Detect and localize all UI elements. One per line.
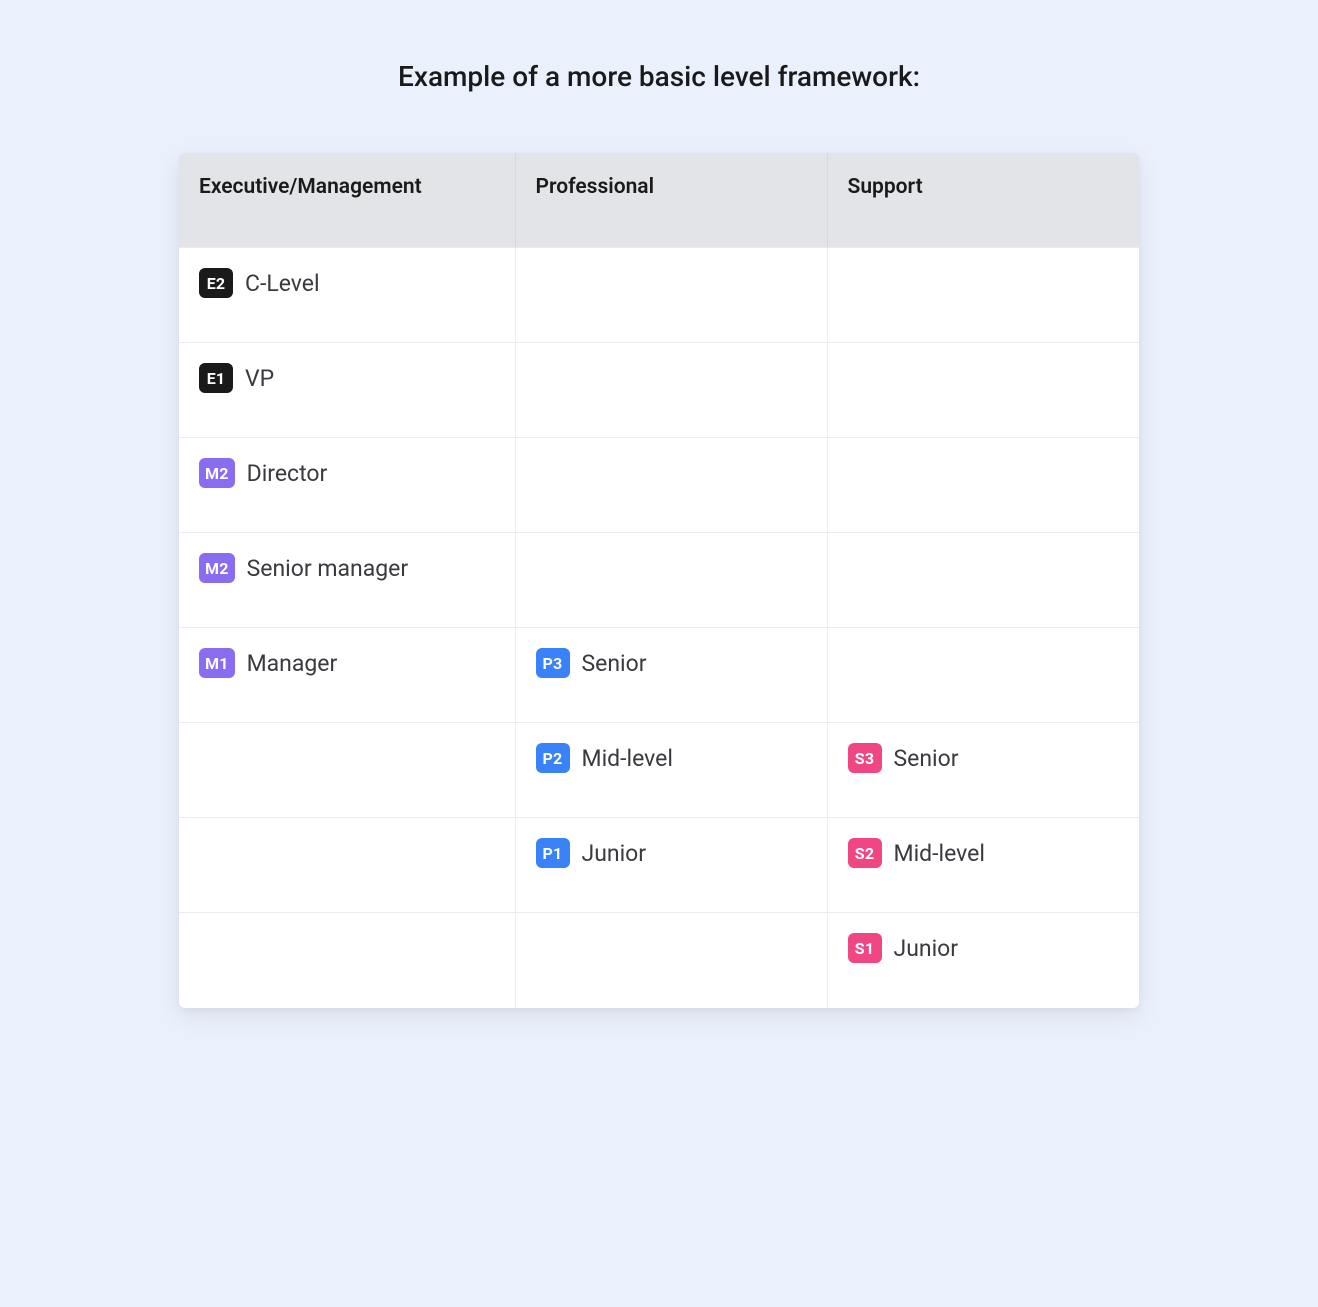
level-badge: M2 [199, 458, 235, 488]
table-cell: P2 Mid-level [515, 723, 827, 818]
table-cell: M1 Manager [179, 628, 515, 723]
column-header-professional: Professional [515, 153, 827, 248]
level-cell: M2 Senior manager [199, 553, 495, 583]
table-cell: P3 Senior [515, 628, 827, 723]
level-cell: P3 Senior [536, 648, 807, 678]
level-badge: S3 [848, 743, 882, 773]
level-badge: E1 [199, 363, 233, 393]
level-label: Mid-level [582, 745, 673, 772]
level-cell: S1 Junior [848, 933, 1120, 963]
table-cell: S3 Senior [827, 723, 1139, 818]
table-row: M1 Manager P3 Senior [179, 628, 1139, 723]
table-cell [515, 248, 827, 343]
table-cell: S2 Mid-level [827, 818, 1139, 913]
table-cell [827, 343, 1139, 438]
level-cell: E2 C-Level [199, 268, 495, 298]
level-cell: P2 Mid-level [536, 743, 807, 773]
level-cell: M1 Manager [199, 648, 495, 678]
table-cell [827, 438, 1139, 533]
table-row: E1 VP [179, 343, 1139, 438]
table-row: P2 Mid-level S3 Senior [179, 723, 1139, 818]
level-label: Junior [894, 935, 959, 962]
level-label: Senior [582, 650, 647, 677]
level-label: Mid-level [894, 840, 985, 867]
level-cell: M2 Director [199, 458, 495, 488]
level-cell: S2 Mid-level [848, 838, 1120, 868]
table-row: M2 Senior manager [179, 533, 1139, 628]
level-label: Manager [247, 650, 338, 677]
level-badge: E2 [199, 268, 233, 298]
level-framework-table: Executive/Management Professional Suppor… [179, 153, 1139, 1008]
table-row: M2 Director [179, 438, 1139, 533]
level-label: VP [245, 365, 274, 392]
table-cell: E2 C-Level [179, 248, 515, 343]
level-label: C-Level [245, 270, 320, 297]
table-row: S1 Junior [179, 913, 1139, 1008]
level-cell: S3 Senior [848, 743, 1120, 773]
table-cell: S1 Junior [827, 913, 1139, 1008]
table-cell [827, 248, 1139, 343]
page-title: Example of a more basic level framework: [398, 60, 920, 93]
table-cell [827, 628, 1139, 723]
level-badge: P3 [536, 648, 570, 678]
level-label: Senior [894, 745, 959, 772]
level-label: Senior manager [247, 555, 409, 582]
table-cell [179, 913, 515, 1008]
level-badge: M1 [199, 648, 235, 678]
level-cell: P1 Junior [536, 838, 807, 868]
level-cell: E1 VP [199, 363, 495, 393]
level-badge: P1 [536, 838, 570, 868]
table-cell: E1 VP [179, 343, 515, 438]
table-cell: M2 Senior manager [179, 533, 515, 628]
column-header-support: Support [827, 153, 1139, 248]
table-row: E2 C-Level [179, 248, 1139, 343]
table-cell [179, 723, 515, 818]
table-cell [179, 818, 515, 913]
table-row: P1 Junior S2 Mid-level [179, 818, 1139, 913]
level-badge: S2 [848, 838, 882, 868]
table-cell [515, 343, 827, 438]
level-badge: P2 [536, 743, 570, 773]
level-badge: M2 [199, 553, 235, 583]
table-cell [515, 913, 827, 1008]
table-cell: P1 Junior [515, 818, 827, 913]
level-label: Junior [582, 840, 647, 867]
level-label: Director [247, 460, 328, 487]
table-cell [515, 438, 827, 533]
table-cell [827, 533, 1139, 628]
table-cell: M2 Director [179, 438, 515, 533]
column-header-executive: Executive/Management [179, 153, 515, 248]
level-badge: S1 [848, 933, 882, 963]
table-cell [515, 533, 827, 628]
